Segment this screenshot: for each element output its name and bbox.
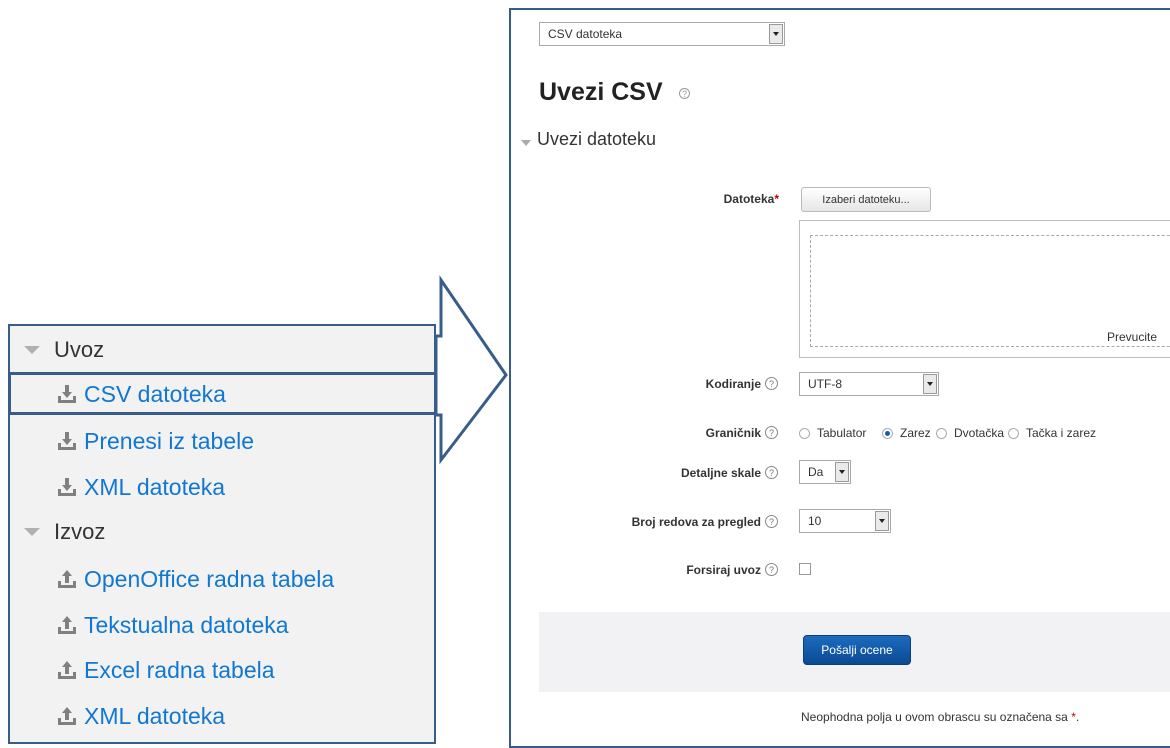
nav-item-xml-import[interactable]: XML datoteka [10,467,225,507]
drop-zone[interactable]: Prevucite [810,235,1170,347]
nav-item-label: OpenOffice radna tabela [84,565,335,592]
file-drop-area[interactable]: Prevucite [799,220,1170,358]
help-icon[interactable]: ? [765,515,778,528]
verbose-scales-label-row: Detaljne skale [511,466,761,482]
encoding-select[interactable]: UTF-8 [799,372,939,396]
preview-rows-label: Broj redova za pregled [631,515,761,529]
verbose-scales-select[interactable]: Da [799,460,851,484]
select-value: Da [808,465,824,479]
force-import-checkbox[interactable] [799,563,811,575]
encoding-label-row: Kodiranje [511,377,761,393]
file-label: Datoteka* [724,192,779,206]
preview-rows-select[interactable]: 10 [799,509,891,533]
separator-radio-tab[interactable] [799,428,810,439]
select-value: CSV datoteka [548,27,623,41]
export-icon [58,616,76,634]
separator-option-label: Tabulator [817,426,867,440]
help-icon[interactable]: ? [765,377,778,390]
separator-radio-colon[interactable] [936,428,947,439]
nav-item-openoffice-export[interactable]: OpenOffice radna tabela [10,559,334,599]
dropdown-arrow-icon [875,511,889,531]
separator-label: Graničnik [705,426,761,440]
nav-item-label: Tekstualna datoteka [84,611,289,638]
required-asterisk: * [774,192,779,206]
export-icon [58,707,76,725]
dropdown-arrow-icon [923,374,937,394]
help-icon[interactable]: ? [765,426,778,439]
required-asterisk: * [1071,710,1076,724]
nav-item-label: XML datoteka [84,702,226,729]
select-value: UTF-8 [808,377,842,391]
file-label-row: Datoteka* [511,192,779,208]
help-icon[interactable]: ? [765,466,778,479]
encoding-label: Kodiranje [705,377,761,391]
csv-import-form-panel: CSV datoteka Uvezi CSV ? Uvezi datoteku … [509,8,1170,748]
force-import-label-row: Forsiraj uvoz [511,563,761,579]
separator-label-row: Graničnik [511,426,761,442]
nav-item-excel-export[interactable]: Excel radna tabela [10,650,275,690]
choose-file-button[interactable]: Izaberi datoteku... [801,187,931,212]
import-type-select[interactable]: CSV datoteka [539,22,785,46]
separator-radio-semicolon[interactable] [1008,428,1019,439]
nav-section-title: Izvoz [54,519,106,544]
help-icon[interactable]: ? [765,563,778,576]
nav-item-text-export[interactable]: Tekstualna datoteka [10,605,289,645]
callout-arrow [434,275,508,465]
separator-option-label: Tačka i zarez [1026,426,1097,440]
submit-grades-button[interactable]: Pošalji ocene [803,635,911,665]
drop-hint: Prevucite [1107,330,1158,344]
required-note-text: Neophodna polja u ovom obrascu su označe… [801,710,1068,724]
import-icon [58,478,76,496]
verbose-scales-label: Detaljne skale [680,466,761,480]
nav-section-export[interactable]: Izvoz [10,512,105,552]
export-icon [58,661,76,679]
separator-option-label: Dvotačka [954,426,1005,440]
dropdown-arrow-icon [835,462,849,482]
separator-option-label: Zarez [900,426,931,440]
separator-radio-comma[interactable] [882,428,893,439]
nav-item-label: XML datoteka [84,473,226,500]
collapse-triangle-icon[interactable] [521,140,531,146]
file-label-text: Datoteka [723,192,775,206]
preview-rows-label-row: Broj redova za pregled [511,515,761,531]
dropdown-arrow-icon [769,24,783,44]
required-fields-note: Neophodna polja u ovom obrascu su označe… [801,710,1080,724]
nav-item-xml-export[interactable]: XML datoteka [10,696,225,736]
collapse-triangle-icon [24,528,40,536]
force-import-label: Forsiraj uvoz [686,563,761,577]
export-icon [58,570,76,588]
section-title[interactable]: Uvezi datoteku [537,129,656,150]
help-icon[interactable]: ? [679,88,690,99]
nav-item-label: Excel radna tabela [84,656,275,683]
page-title: Uvezi CSV [539,78,663,106]
select-value: 10 [808,514,822,528]
